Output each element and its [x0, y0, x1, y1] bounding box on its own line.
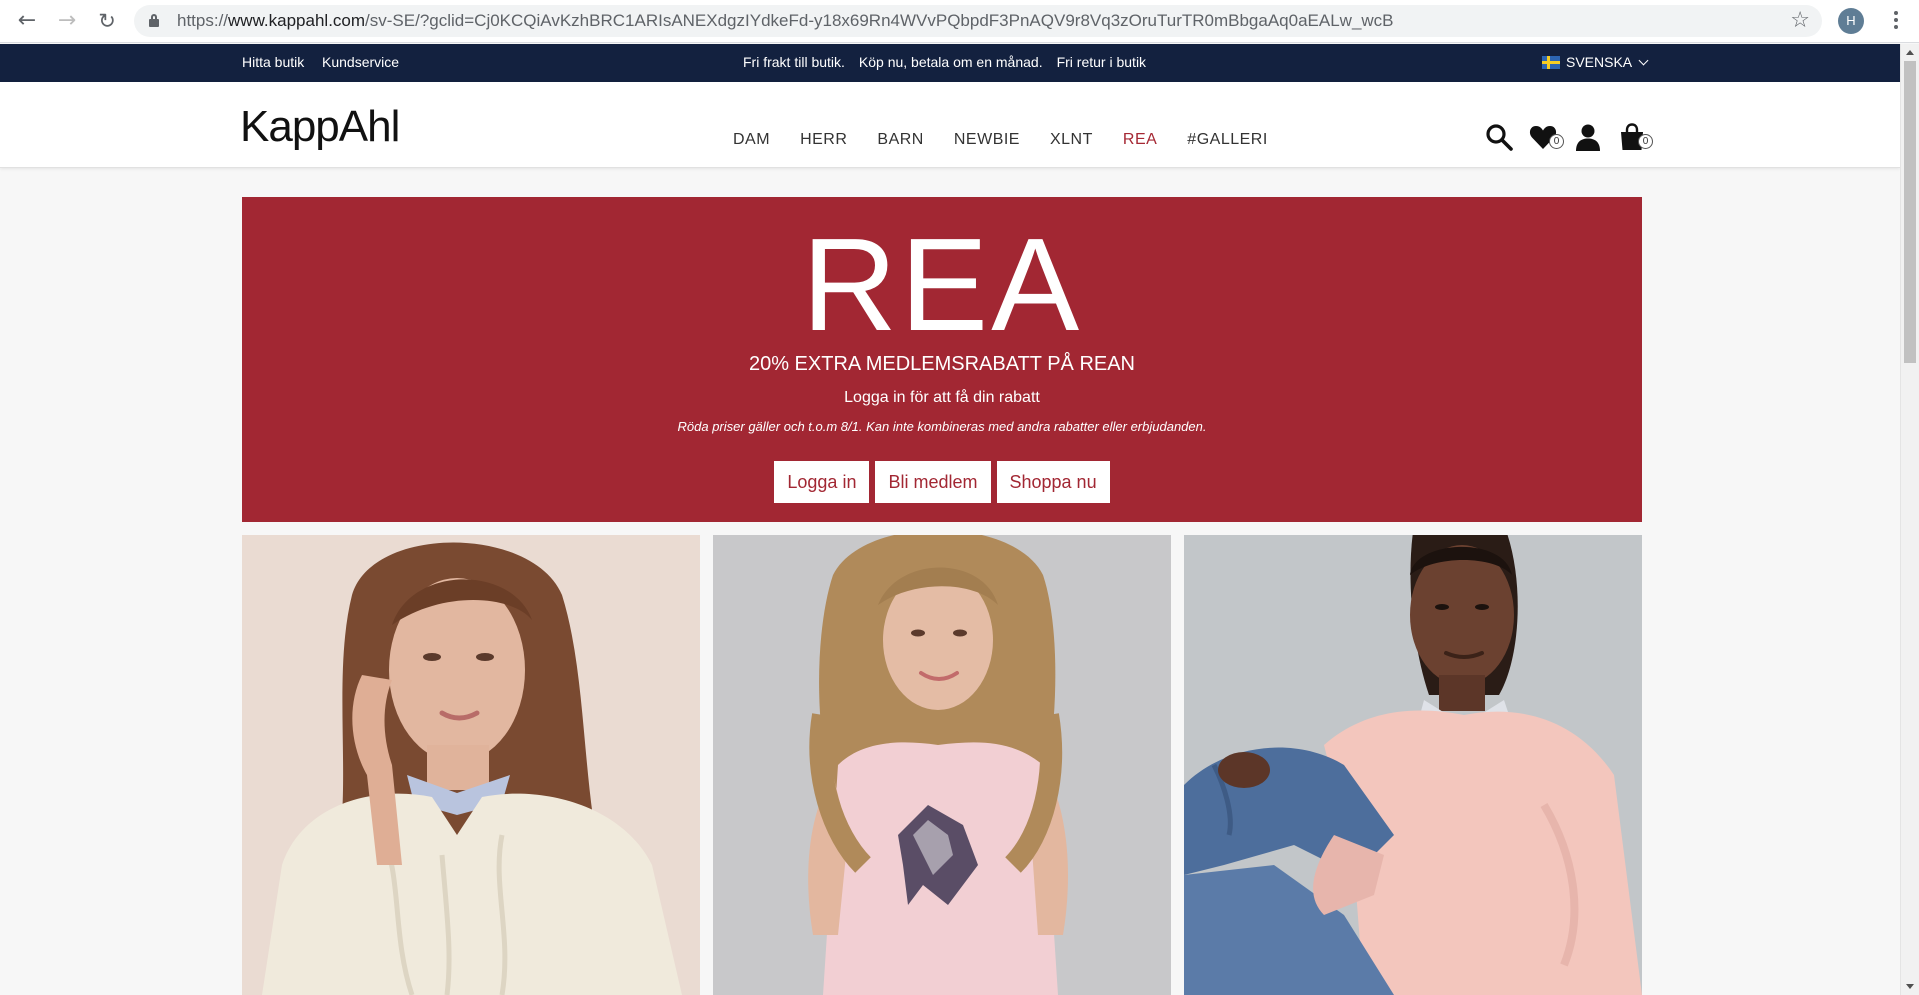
promo-pay-later: Köp nu, betala om en månad. — [858, 54, 1043, 70]
kids-campaign-image[interactable] — [713, 535, 1171, 995]
nav-item-rea[interactable]: REA — [1123, 130, 1157, 150]
nav-item-newbie[interactable]: NEWBIE — [954, 130, 1020, 150]
page-scrollbar[interactable] — [1900, 44, 1919, 995]
bookmark-star-icon[interactable]: ☆ — [1790, 8, 1810, 34]
women-campaign-image[interactable] — [242, 535, 700, 995]
search-icon[interactable] — [1484, 122, 1518, 156]
kappahl-logo[interactable]: KappAhl — [240, 104, 400, 150]
forward-arrow-icon[interactable]: → — [54, 8, 80, 34]
cart-count-badge: 0 — [1638, 134, 1653, 149]
site-header: KappAhl DAM HERR BARN NEWBIE XLNT REA #G… — [0, 82, 1900, 168]
header-actions: 0 0 — [1484, 122, 1654, 156]
sale-subtitle: 20% EXTRA MEDLEMSRABATT PÅ REAN — [748, 353, 1136, 375]
wishlist-heart-icon[interactable]: 0 — [1528, 122, 1564, 156]
url-path: /sv-SE/?gclid=Cj0KCQiAvKzhBRC1ARIsANEXdg… — [365, 11, 1394, 30]
reload-icon[interactable]: ↻ — [94, 8, 120, 34]
web-page: Hitta butik Kundservice Fri frakt till b… — [0, 44, 1900, 995]
nav-item-herr[interactable]: HERR — [800, 130, 847, 150]
nav-item-dam[interactable]: DAM — [733, 130, 770, 150]
customer-service-link[interactable]: Kundservice — [322, 44, 399, 80]
shopping-bag-icon[interactable]: 0 — [1617, 122, 1653, 156]
top-info-bar: Hitta butik Kundservice Fri frakt till b… — [0, 44, 1900, 82]
sale-button-group: Logga in Bli medlem Shoppa nu — [242, 461, 1642, 503]
swedish-flag-icon — [1542, 55, 1560, 69]
sale-title: REA — [801, 211, 1083, 358]
language-label: SVENSKA — [1566, 54, 1633, 70]
sale-terms: Röda priser gäller och t.o.m 8/1. Kan in… — [677, 419, 1207, 434]
become-member-button[interactable]: Bli medlem — [875, 461, 991, 503]
chevron-down-icon — [1638, 55, 1649, 65]
promo-messages[interactable]: Fri frakt till butik. Köp nu, betala om e… — [743, 44, 1146, 80]
scrollbar-thumb[interactable] — [1904, 61, 1916, 363]
address-bar[interactable]: https://www.kappahl.com/sv-SE/?gclid=Cj0… — [134, 5, 1822, 37]
sale-login-text: Logga in för att få din rabatt — [844, 389, 1040, 406]
language-selector[interactable]: SVENSKA — [1542, 44, 1649, 80]
login-button[interactable]: Logga in — [774, 461, 870, 503]
scroll-down-arrow-icon[interactable] — [1906, 984, 1914, 989]
main-navigation: DAM HERR BARN NEWBIE XLNT REA #GALLERI — [733, 130, 1298, 150]
back-arrow-icon[interactable]: ← — [14, 8, 40, 34]
promo-free-shipping: Fri frakt till butik. — [743, 54, 845, 70]
promo-free-return: Fri retur i butik — [1056, 54, 1147, 70]
shop-now-button[interactable]: Shoppa nu — [996, 461, 1110, 503]
lock-icon[interactable] — [149, 14, 159, 27]
browser-toolbar: ← → ↻ https://www.kappahl.com/sv-SE/?gcl… — [0, 0, 1919, 43]
wishlist-count-badge: 0 — [1549, 134, 1564, 149]
men-campaign-image[interactable] — [1184, 535, 1642, 995]
url-prefix: https:// — [177, 11, 229, 30]
browser-menu-icon[interactable] — [1886, 8, 1906, 34]
kids-photo-illustration — [713, 535, 1171, 995]
account-user-icon[interactable] — [1573, 122, 1607, 156]
browser-window: ← → ↻ https://www.kappahl.com/sv-SE/?gcl… — [0, 0, 1919, 995]
men-photo-illustration — [1184, 535, 1642, 995]
nav-item-xlnt[interactable]: XLNT — [1050, 130, 1093, 150]
url-host: www.kappahl.com — [228, 11, 366, 30]
find-store-link[interactable]: Hitta butik — [242, 44, 304, 80]
nav-item-barn[interactable]: BARN — [877, 130, 923, 150]
url-text[interactable]: https://www.kappahl.com/sv-SE/?gclid=Cj0… — [177, 5, 1394, 37]
scroll-up-arrow-icon[interactable] — [1906, 50, 1914, 55]
nav-item-galleri[interactable]: #GALLERI — [1187, 130, 1267, 150]
profile-avatar[interactable]: H — [1838, 8, 1864, 34]
sale-banner: REA 20% EXTRA MEDLEMSRABATT PÅ REAN Logg… — [242, 197, 1642, 522]
hero-tiles — [242, 535, 1642, 995]
women-photo-illustration — [242, 535, 700, 995]
